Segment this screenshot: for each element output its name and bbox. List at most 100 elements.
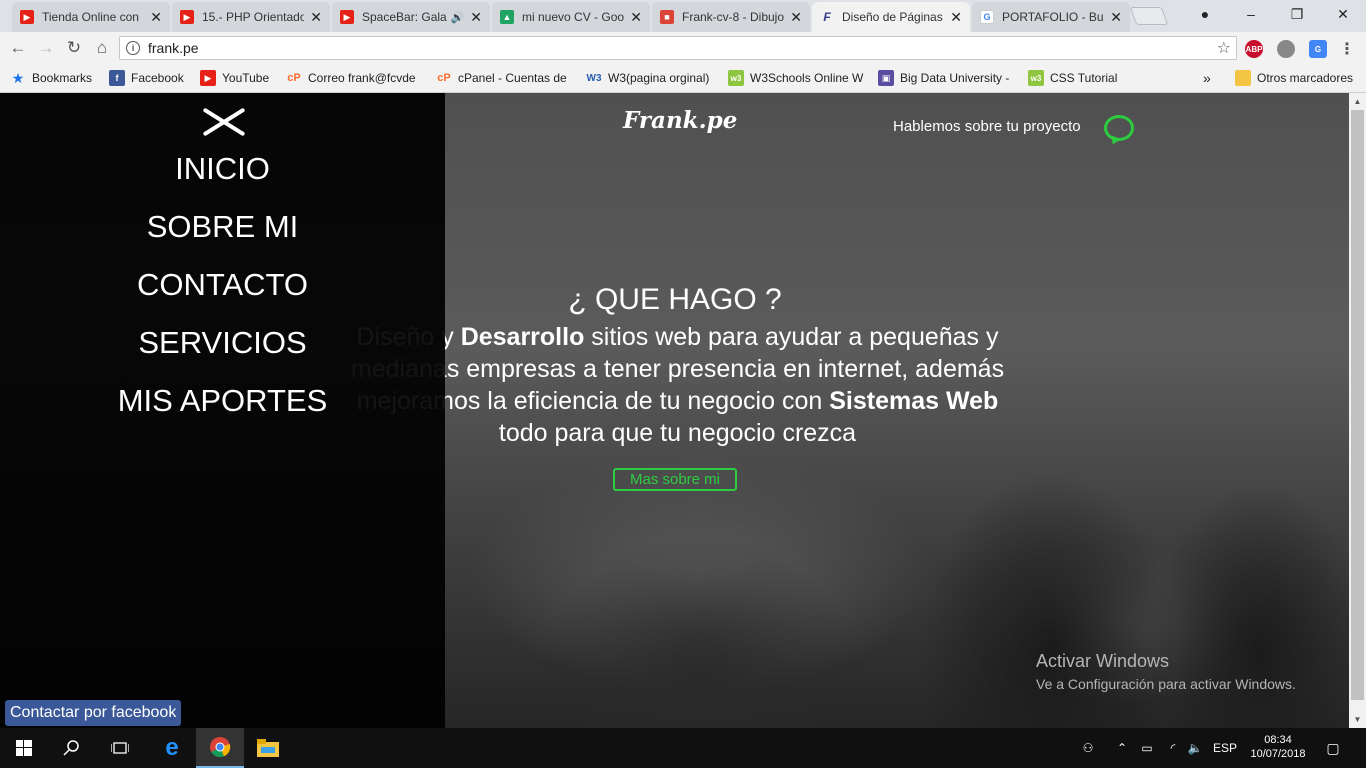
notifications-icon[interactable]: ▢ (1318, 728, 1348, 768)
hero-text-bold: Desarrollo (460, 323, 585, 351)
language-indicator[interactable]: ESP (1210, 728, 1240, 768)
folder-icon (1235, 70, 1251, 86)
bookmark-item[interactable]: ★ Bookmarks (10, 70, 92, 86)
bookmark-item[interactable]: ▣ Big Data University - (878, 70, 1018, 86)
menu-item-sobre-mi[interactable]: SOBRE MI (0, 209, 445, 245)
hero-text-part: todo para que tu negocio crezca (498, 419, 857, 447)
bookmark-item[interactable]: ▶ YouTube (200, 70, 269, 86)
tab[interactable]: ■ Frank-cv-8 - Dibujo ✕ (652, 2, 810, 32)
restore-icon[interactable]: ❐ (1274, 0, 1320, 28)
bookmark-label: Big Data University - (900, 71, 1010, 85)
more-about-me-button[interactable]: Mas sobre mi (613, 468, 737, 491)
scroll-up-icon[interactable]: ▲ (1349, 93, 1366, 110)
facebook-contact-button[interactable]: Contactar por facebook (5, 700, 182, 726)
menu-item-contacto[interactable]: CONTACTO (0, 267, 445, 303)
bookmark-label: Facebook (131, 71, 184, 85)
scroll-thumb[interactable] (1351, 110, 1364, 700)
bookmark-item[interactable]: W3 W3(pagina orginal) (586, 70, 710, 86)
watermark-subtitle: Ve a Configuración para activar Windows. (1036, 676, 1296, 692)
tab-title: Diseño de Páginas (842, 10, 943, 24)
tab-title: Frank-cv-8 - Dibujo (682, 10, 785, 24)
youtube-icon: ▶ (200, 70, 216, 86)
adblock-icon[interactable]: ABP (1245, 40, 1263, 58)
bookmark-item[interactable]: f Facebook (109, 70, 184, 86)
tab[interactable]: G PORTAFOLIO - Bus ✕ (972, 2, 1130, 32)
tab[interactable]: ▶ SpaceBar: Gala 🔊 ✕ (332, 2, 490, 32)
w3schools-icon: w3 (728, 70, 744, 86)
bookmark-item[interactable]: w3 W3Schools Online W (728, 70, 866, 86)
bookmark-item[interactable]: w3 CSS Tutorial (1028, 70, 1117, 86)
tab[interactable]: ▶ Tienda Online con ✕ (12, 2, 170, 32)
google-drive-icon: ▲ (500, 10, 514, 24)
tab[interactable]: ▶ 15.- PHP Orientado ✕ (172, 2, 330, 32)
watermark-title: Activar Windows (1036, 651, 1170, 671)
w3schools-icon: w3 (1028, 70, 1044, 86)
talk-link[interactable]: Hablemos sobre tu proyecto (893, 118, 1081, 135)
close-tab-icon[interactable]: ✕ (150, 9, 162, 26)
chevron-up-icon[interactable]: ⌃ (1112, 728, 1132, 768)
bookmarks-bar: ★ Bookmarks f Facebook ▶ YouTube cP Corr… (0, 64, 1366, 93)
close-tab-icon[interactable]: ✕ (1110, 9, 1122, 26)
bookmark-star-icon[interactable]: ☆ (1217, 38, 1231, 58)
other-bookmarks[interactable]: Otros marcadores (1235, 70, 1353, 86)
scroll-down-icon[interactable]: ▼ (1349, 711, 1366, 728)
translate-icon[interactable]: G (1309, 40, 1327, 58)
people-icon[interactable]: ⚇ (1076, 728, 1100, 768)
chrome-icon[interactable] (196, 728, 244, 768)
menu-item-mis-aportes[interactable]: MIS APORTES (0, 383, 445, 419)
bigdata-icon: ▣ (878, 70, 894, 86)
start-icon[interactable] (0, 728, 48, 768)
close-tab-icon[interactable]: ✕ (630, 9, 642, 26)
home-icon[interactable]: ⌂ (90, 36, 114, 60)
menu-dots-icon[interactable]: ⋮ (1338, 40, 1356, 58)
bookmark-item[interactable]: cP cPanel - Cuentas de (436, 70, 570, 86)
bookmark-label: Bookmarks (32, 71, 93, 85)
close-window-icon[interactable]: ✕ (1320, 0, 1366, 28)
info-icon[interactable]: i (126, 41, 140, 55)
clock-time: 08:34 (1264, 734, 1292, 746)
reload-icon[interactable]: ↻ (62, 36, 86, 60)
close-tab-icon[interactable]: ✕ (790, 9, 802, 26)
bookmark-item[interactable]: cP Correo frank@fcvde (286, 70, 424, 86)
task-view-icon[interactable] (96, 728, 144, 768)
close-tab-icon[interactable]: ✕ (950, 9, 962, 26)
battery-icon[interactable]: ▭ (1136, 728, 1158, 768)
clock[interactable]: 08:34 10/07/2018 (1248, 733, 1308, 761)
youtube-icon: ▶ (20, 10, 34, 24)
menu-item-inicio[interactable]: INICIO (0, 151, 445, 187)
file-explorer-icon[interactable] (244, 728, 292, 768)
clock-date: 10/07/2018 (1250, 748, 1306, 760)
volume-icon[interactable]: 🔈 (1184, 728, 1206, 768)
menu-item-servicios[interactable]: SERVICIOS (0, 325, 445, 361)
close-tab-icon[interactable]: ✕ (470, 9, 482, 26)
new-tab-button[interactable] (1129, 7, 1169, 25)
search-icon[interactable] (48, 728, 96, 768)
bookmark-label: cPanel - Cuentas de (458, 71, 567, 85)
site-logo[interactable]: Frank.pe (623, 107, 737, 134)
close-menu-icon[interactable] (200, 106, 245, 138)
tab-title: PORTAFOLIO - Bus (1002, 10, 1105, 24)
profile-icon[interactable]: ● (1182, 0, 1228, 28)
cpanel-icon: cP (437, 72, 451, 84)
frank-favicon-icon: F (823, 10, 831, 24)
close-tab-icon[interactable]: ✕ (310, 9, 322, 26)
address-bar[interactable]: i frank.pe ☆ (119, 36, 1237, 60)
tab-active[interactable]: F Diseño de Páginas ✕ (812, 2, 970, 32)
hero-title: ¿ QUE HAGO ? (568, 283, 782, 316)
windows-taskbar: e ⚇ ⌃ ▭ ◜ 🔈 ESP 08:34 10/07/2018 ▢ (0, 728, 1366, 768)
minimize-icon[interactable]: – (1228, 0, 1274, 28)
extension-circle-icon[interactable] (1277, 40, 1295, 58)
tab-title: Tienda Online con (42, 10, 139, 24)
youtube-icon: ▶ (180, 10, 194, 24)
forward-icon[interactable]: → (34, 36, 58, 60)
scrollbar[interactable]: ▲ ▼ (1349, 93, 1366, 728)
bookmark-label: Otros marcadores (1257, 71, 1354, 85)
edge-icon[interactable]: e (148, 728, 196, 768)
wifi-icon[interactable]: ◜ (1162, 728, 1184, 768)
url-text: frank.pe (148, 40, 199, 56)
more-bookmarks-icon[interactable]: » (1203, 70, 1211, 86)
chat-bubble-icon[interactable] (1104, 115, 1134, 141)
tab[interactable]: ▲ mi nuevo CV - Goo ✕ (492, 2, 650, 32)
speaker-icon[interactable]: 🔊 (451, 11, 465, 24)
back-icon[interactable]: ← (6, 36, 30, 60)
